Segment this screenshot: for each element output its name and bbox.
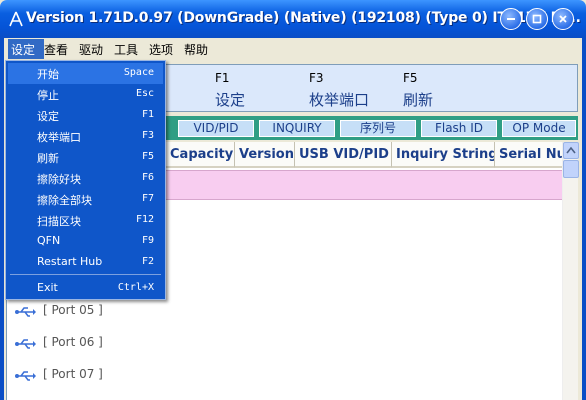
menu-item-restart-hub[interactable]: Restart Hub F2: [8, 252, 163, 273]
maximize-button[interactable]: [526, 8, 548, 30]
menu-item-settings[interactable]: 设定 F1: [8, 105, 163, 126]
menu-item-shortcut: F6: [141, 172, 154, 183]
menu-item-shortcut: Esc: [135, 88, 154, 99]
fn-label-settings[interactable]: 设定: [215, 89, 245, 110]
arrow-up-icon: [566, 146, 576, 154]
fn-key-f3: F3: [309, 71, 324, 85]
menu-tools[interactable]: 工具: [114, 41, 138, 58]
menu-item-shortcut: F7: [141, 193, 154, 204]
tab-vid-pid[interactable]: VID/PID: [178, 120, 254, 137]
usb-icon: [15, 371, 36, 381]
menu-item-label: 枚举端口: [37, 131, 81, 144]
menu-driver[interactable]: 驱动: [79, 41, 103, 58]
menu-item-refresh[interactable]: 刷新 F5: [8, 147, 163, 168]
title-bar[interactable]: Version 1.71D.0.97 (DownGrade) (Native) …: [0, 0, 586, 38]
usb-icon: [15, 339, 36, 349]
column-header-usb-vid-pid[interactable]: USB VID/PID: [295, 142, 392, 168]
menu-item-label: 设定: [37, 110, 59, 123]
menu-item-label: 刷新: [37, 152, 59, 165]
app-icon: [9, 11, 23, 27]
menu-item-qfn[interactable]: QFN F9: [8, 231, 163, 252]
maximize-icon: [532, 14, 542, 24]
window-title: Version 1.71D.0.97 (DownGrade) (Native) …: [26, 10, 581, 26]
minimize-button[interactable]: [500, 8, 522, 30]
menu-item-start[interactable]: 开始 Space: [8, 63, 163, 84]
minimize-icon: [507, 18, 515, 20]
menu-item-label: 停止: [37, 89, 59, 102]
menu-item-shortcut: F12: [135, 214, 154, 225]
menu-item-erase-all-blocks[interactable]: 擦除全部块 F7: [8, 189, 163, 210]
menu-item-shortcut: Space: [123, 67, 154, 78]
port-row-07[interactable]: [ Port 07 ]: [15, 366, 135, 386]
usb-icon: [15, 307, 36, 317]
menu-bar: 设定 查看 驱动 工具 选项 帮助: [0, 38, 586, 60]
fn-label-enumerate-ports[interactable]: 枚举端口: [309, 89, 369, 110]
menu-item-label: 扫描区块: [37, 215, 81, 228]
settings-dropdown-menu: 开始 Space 停止 Esc 设定 F1 枚举端口 F3 刷新 F5 擦除好块…: [5, 60, 166, 300]
tab-op-mode[interactable]: OP Mode: [502, 120, 576, 137]
menu-item-erase-good-blocks[interactable]: 擦除好块 F6: [8, 168, 163, 189]
column-header-serial-num[interactable]: Serial Num: [495, 142, 563, 168]
menu-item-stop[interactable]: 停止 Esc: [8, 84, 163, 105]
port-label: [ Port 05 ]: [43, 303, 103, 317]
menu-item-label: 擦除好块: [37, 173, 81, 186]
column-header-capacity[interactable]: Capacity: [166, 142, 235, 168]
menu-item-enumerate-ports[interactable]: 枚举端口 F3: [8, 126, 163, 147]
menu-item-shortcut: F1: [141, 109, 154, 120]
port-row-05[interactable]: [ Port 05 ]: [15, 302, 135, 322]
menu-item-label: Restart Hub: [37, 255, 103, 268]
menu-item-scan-blocks[interactable]: 扫描区块 F12: [8, 210, 163, 231]
close-icon: [559, 15, 567, 23]
menu-separator: [10, 274, 161, 275]
scroll-thumb[interactable]: [563, 160, 579, 178]
menu-item-shortcut: F2: [141, 256, 154, 267]
tab-flash-id[interactable]: Flash ID: [421, 120, 497, 137]
column-header-inquiry-strings[interactable]: Inquiry Strings: [392, 142, 495, 168]
fn-label-refresh[interactable]: 刷新: [403, 89, 433, 110]
menu-options[interactable]: 选项: [149, 41, 173, 58]
menu-item-shortcut: F5: [141, 151, 154, 162]
menu-item-shortcut: Ctrl+X: [117, 282, 154, 293]
menu-item-label: 擦除全部块: [37, 194, 92, 207]
menu-settings[interactable]: 设定: [11, 41, 35, 58]
menu-item-label: 开始: [37, 68, 59, 81]
menu-help[interactable]: 帮助: [184, 41, 208, 58]
fn-key-f1: F1: [215, 71, 230, 85]
column-header-version[interactable]: Version: [235, 142, 295, 168]
scroll-up-button[interactable]: [563, 142, 579, 159]
tab-inquiry[interactable]: INQUIRY: [259, 120, 335, 137]
port-row-06[interactable]: [ Port 06 ]: [15, 334, 135, 354]
port-label: [ Port 07 ]: [43, 367, 103, 381]
menu-item-shortcut: F3: [141, 130, 154, 141]
menu-view[interactable]: 查看: [44, 41, 68, 58]
vertical-scrollbar[interactable]: [562, 142, 579, 400]
close-button[interactable]: [552, 8, 574, 30]
menu-item-exit[interactable]: Exit Ctrl+X: [8, 278, 163, 299]
menu-item-label: Exit: [37, 281, 58, 294]
port-label: [ Port 06 ]: [43, 335, 103, 349]
fn-key-f5: F5: [403, 71, 418, 85]
tab-serial-number[interactable]: 序列号: [340, 120, 416, 137]
menu-item-shortcut: F9: [141, 235, 154, 246]
menu-item-label: QFN: [37, 234, 61, 247]
